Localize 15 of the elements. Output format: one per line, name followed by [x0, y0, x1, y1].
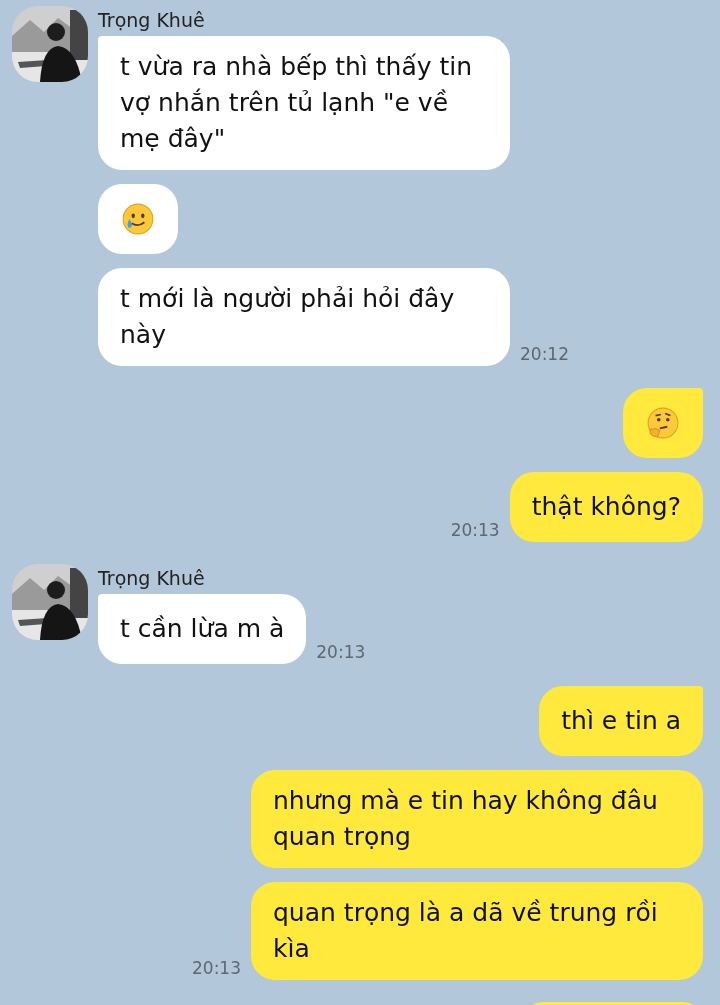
- smiling-face-with-tear-icon: [121, 202, 155, 236]
- message-bubble: nhưng mà e tin hay không đâu quan trọng: [251, 770, 703, 868]
- message-time: 20:13: [316, 642, 366, 662]
- message-time: 20:12: [520, 344, 569, 364]
- message-time: 20:13: [192, 958, 241, 978]
- sender-name: Trọng Khuê: [98, 566, 205, 591]
- message-time: 20:13: [450, 520, 500, 540]
- thinking-face-icon: [646, 406, 680, 440]
- sender-name: Trọng Khuê: [98, 8, 205, 33]
- message-bubble: t cần lừa m à: [98, 594, 307, 664]
- message-bubble: t mới là người phải hỏi đây này: [98, 268, 510, 366]
- message-bubble: quan trọng là a dã về trung rồi kìa: [251, 882, 703, 980]
- message-bubble: t vừa ra nhà bếp thì thấy tin vợ nhắn trên tủ lạnh "e về mẹ đây": [98, 36, 510, 170]
- message-bubble: thì e tin a: [539, 686, 703, 756]
- message-bubble: thật không?: [509, 472, 703, 542]
